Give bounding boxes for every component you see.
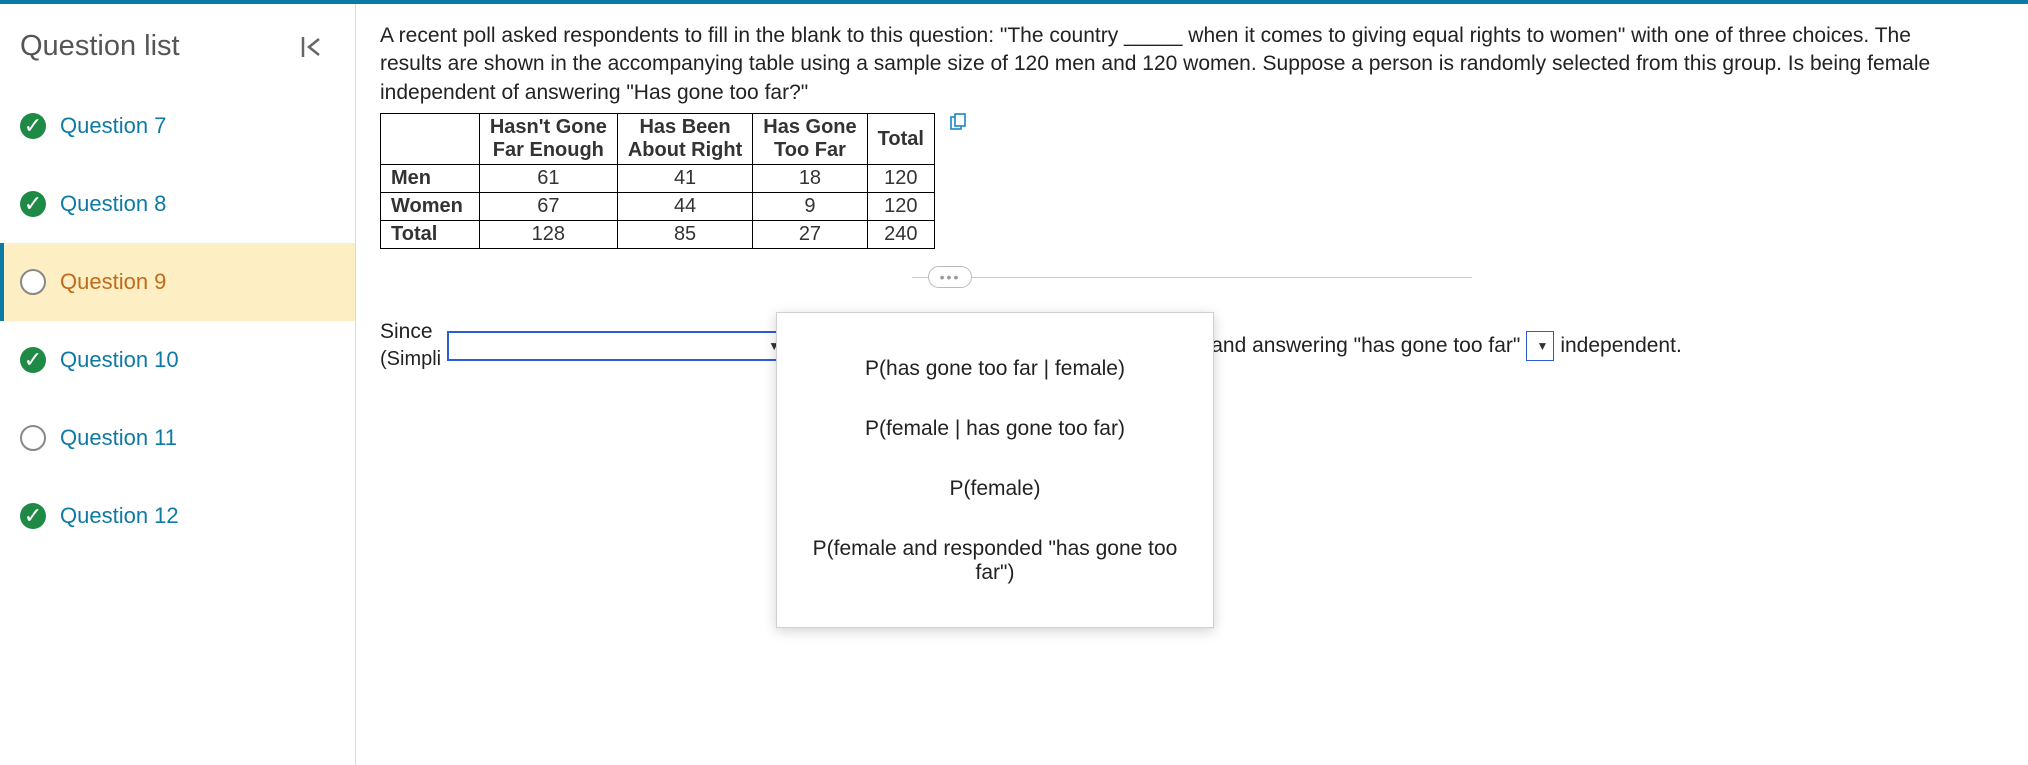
sidebar-item-q7[interactable]: ✓ Question 7 bbox=[0, 87, 355, 165]
col-header: Total bbox=[867, 114, 934, 165]
sidebar-item-q11[interactable]: Question 11 bbox=[0, 399, 355, 477]
sidebar-item-q9[interactable]: Question 9 bbox=[0, 243, 355, 321]
since-label: Since bbox=[380, 320, 441, 344]
check-icon: ✓ bbox=[20, 503, 46, 529]
sidebar-item-label: Question 10 bbox=[60, 347, 179, 373]
sidebar-item-q8[interactable]: ✓ Question 8 bbox=[0, 165, 355, 243]
section-divider bbox=[912, 277, 1472, 278]
table-cell: 120 bbox=[867, 165, 934, 193]
more-options-button[interactable]: ••• bbox=[928, 266, 972, 288]
table-row: Women 67 44 9 120 bbox=[381, 193, 935, 221]
sidebar-item-label: Question 12 bbox=[60, 503, 179, 529]
table-cell: 27 bbox=[753, 221, 867, 249]
independent-label: independent. bbox=[1560, 334, 1681, 358]
col-header: Hasn't Gone Far Enough bbox=[479, 114, 617, 165]
sidebar-title: Question list bbox=[20, 30, 180, 63]
sidebar-item-q10[interactable]: ✓ Question 10 bbox=[0, 321, 355, 399]
dropdown-option[interactable]: P(has gone too far | female) bbox=[777, 339, 1213, 399]
simplify-label: (Simpli bbox=[380, 348, 441, 371]
table-cell: 85 bbox=[617, 221, 752, 249]
check-icon: ✓ bbox=[20, 113, 46, 139]
data-table: Hasn't Gone Far Enough Has Been About Ri… bbox=[380, 113, 935, 249]
sidebar-header: Question list bbox=[0, 4, 355, 87]
app-root: Question list ✓ Question 7 ✓ Question 8 … bbox=[0, 0, 2028, 765]
collapse-sidebar-button[interactable] bbox=[297, 32, 327, 62]
relation-select[interactable]: ▼ bbox=[1526, 331, 1554, 361]
check-icon: ✓ bbox=[20, 347, 46, 373]
table-header-row: Hasn't Gone Far Enough Has Been About Ri… bbox=[381, 114, 935, 165]
table-row: Men 61 41 18 120 bbox=[381, 165, 935, 193]
copy-table-icon[interactable] bbox=[949, 113, 967, 137]
row-header: Women bbox=[381, 193, 480, 221]
question-content: A recent poll asked respondents to fill … bbox=[356, 4, 2028, 765]
table-cell: 120 bbox=[867, 193, 934, 221]
question-list-sidebar: Question list ✓ Question 7 ✓ Question 8 … bbox=[0, 4, 356, 765]
table-cell: 61 bbox=[479, 165, 617, 193]
dropdown-option[interactable]: P(female and responded "has gone too far… bbox=[777, 519, 1213, 603]
table-cell: 240 bbox=[867, 221, 934, 249]
row-header: Total bbox=[381, 221, 480, 249]
sidebar-item-label: Question 9 bbox=[60, 269, 166, 295]
col-header: Has Gone Too Far bbox=[753, 114, 867, 165]
open-status-icon bbox=[20, 425, 46, 451]
dropdown-option[interactable]: P(female) bbox=[777, 459, 1213, 519]
table-cell: 9 bbox=[753, 193, 867, 221]
table-cell: 128 bbox=[479, 221, 617, 249]
probability-select-1[interactable]: ▼ bbox=[447, 331, 787, 361]
chevron-down-icon: ▼ bbox=[1533, 339, 1551, 353]
probability-dropdown: P(has gone too far | female) P(female | … bbox=[776, 312, 1214, 628]
table-cell: 41 bbox=[617, 165, 752, 193]
table-corner bbox=[381, 114, 480, 165]
question-list: ✓ Question 7 ✓ Question 8 Question 9 ✓ Q… bbox=[0, 87, 355, 555]
check-icon: ✓ bbox=[20, 191, 46, 217]
question-prompt: A recent poll asked respondents to fill … bbox=[380, 22, 1960, 107]
row-header: Men bbox=[381, 165, 480, 193]
sidebar-item-label: Question 8 bbox=[60, 191, 166, 217]
table-cell: 67 bbox=[479, 193, 617, 221]
table-cell: 44 bbox=[617, 193, 752, 221]
dropdown-option[interactable]: P(female | has gone too far) bbox=[777, 399, 1213, 459]
collapse-icon bbox=[299, 34, 325, 60]
sidebar-item-label: Question 7 bbox=[60, 113, 166, 139]
sidebar-item-q12[interactable]: ✓ Question 12 bbox=[0, 477, 355, 555]
col-header: Has Been About Right bbox=[617, 114, 752, 165]
open-status-icon bbox=[20, 269, 46, 295]
sidebar-item-label: Question 11 bbox=[60, 425, 177, 451]
data-table-wrap: Hasn't Gone Far Enough Has Been About Ri… bbox=[380, 113, 2004, 249]
table-cell: 18 bbox=[753, 165, 867, 193]
table-row: Total 128 85 27 240 bbox=[381, 221, 935, 249]
